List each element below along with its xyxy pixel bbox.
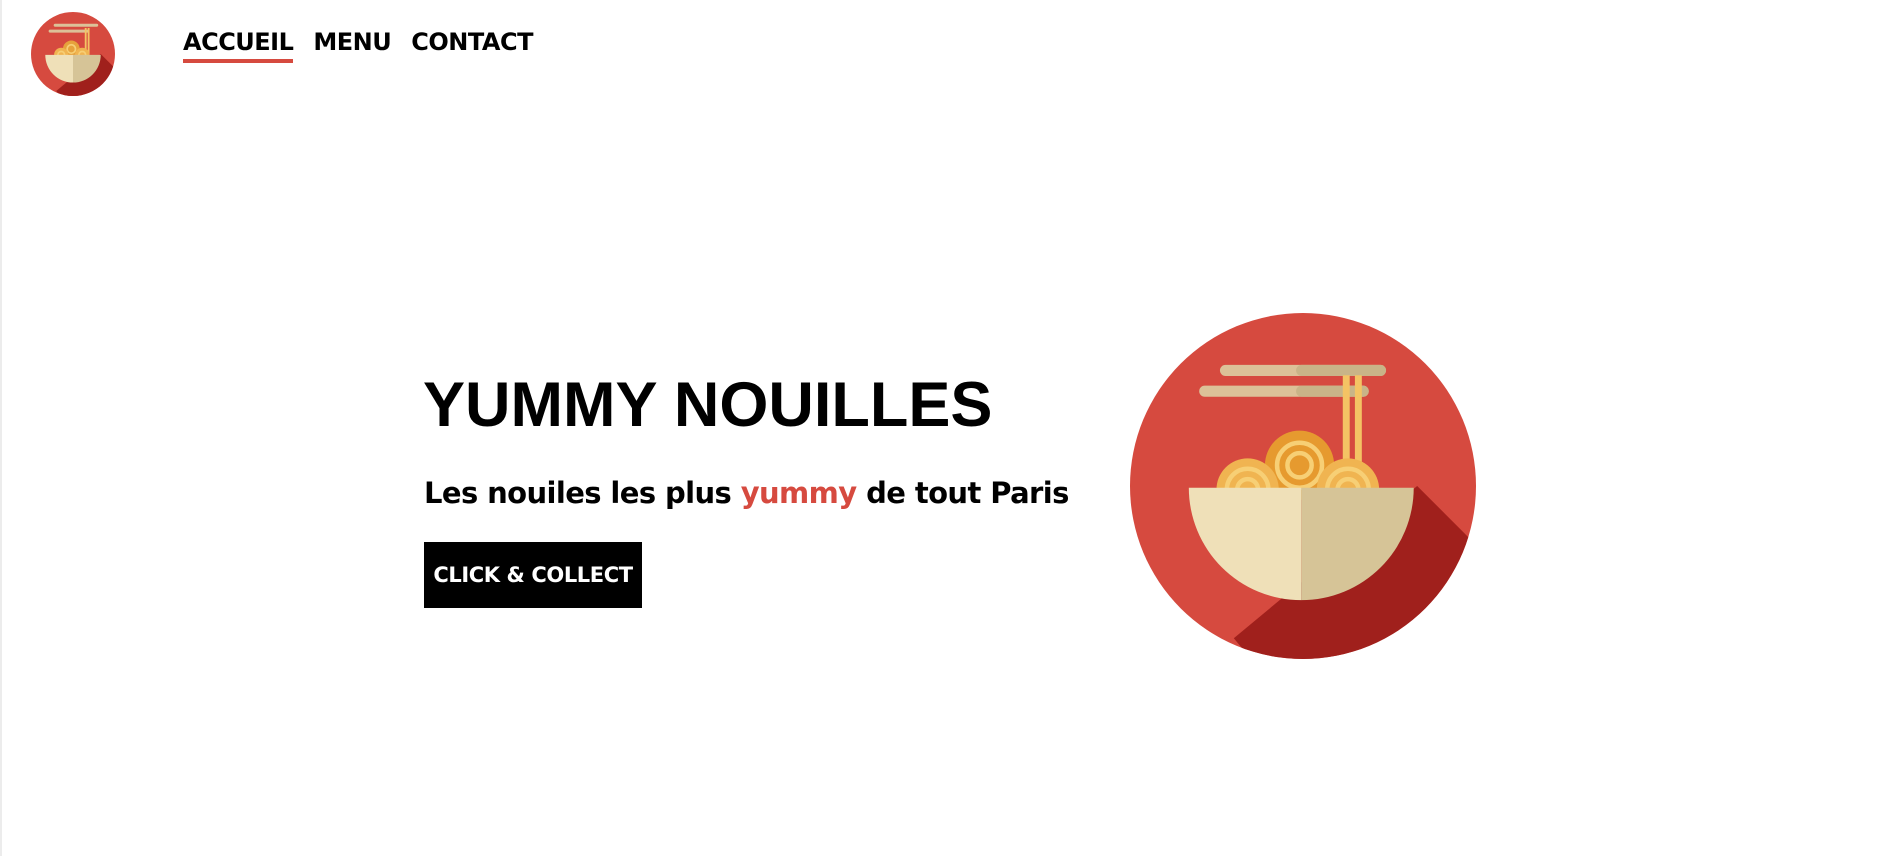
- hero-subtitle: Les nouiles les plus yummy de tout Paris: [424, 474, 1069, 512]
- hero-image: [1130, 313, 1476, 659]
- hero-title: YUMMY NOUILLES: [423, 370, 993, 440]
- nav-item-menu[interactable]: MENU: [313, 27, 391, 63]
- main-nav: ACCUEIL MENU CONTACT: [183, 27, 533, 63]
- click-and-collect-button[interactable]: CLICK & COLLECT: [424, 542, 642, 608]
- hero-subtitle-before: Les nouiles les plus: [424, 476, 741, 510]
- nav-item-contact[interactable]: CONTACT: [411, 27, 533, 63]
- nav-item-accueil[interactable]: ACCUEIL: [183, 27, 294, 63]
- logo-noodle-bowl-icon[interactable]: [31, 12, 115, 96]
- noodle-bowl-icon: [1130, 313, 1476, 659]
- page: ACCUEIL MENU CONTACT YUMMY NOUILLES Les …: [0, 0, 1893, 856]
- hero-subtitle-accent: yummy: [740, 476, 857, 510]
- hero-subtitle-after: de tout Paris: [856, 476, 1069, 510]
- noodle-bowl-icon: [31, 12, 115, 96]
